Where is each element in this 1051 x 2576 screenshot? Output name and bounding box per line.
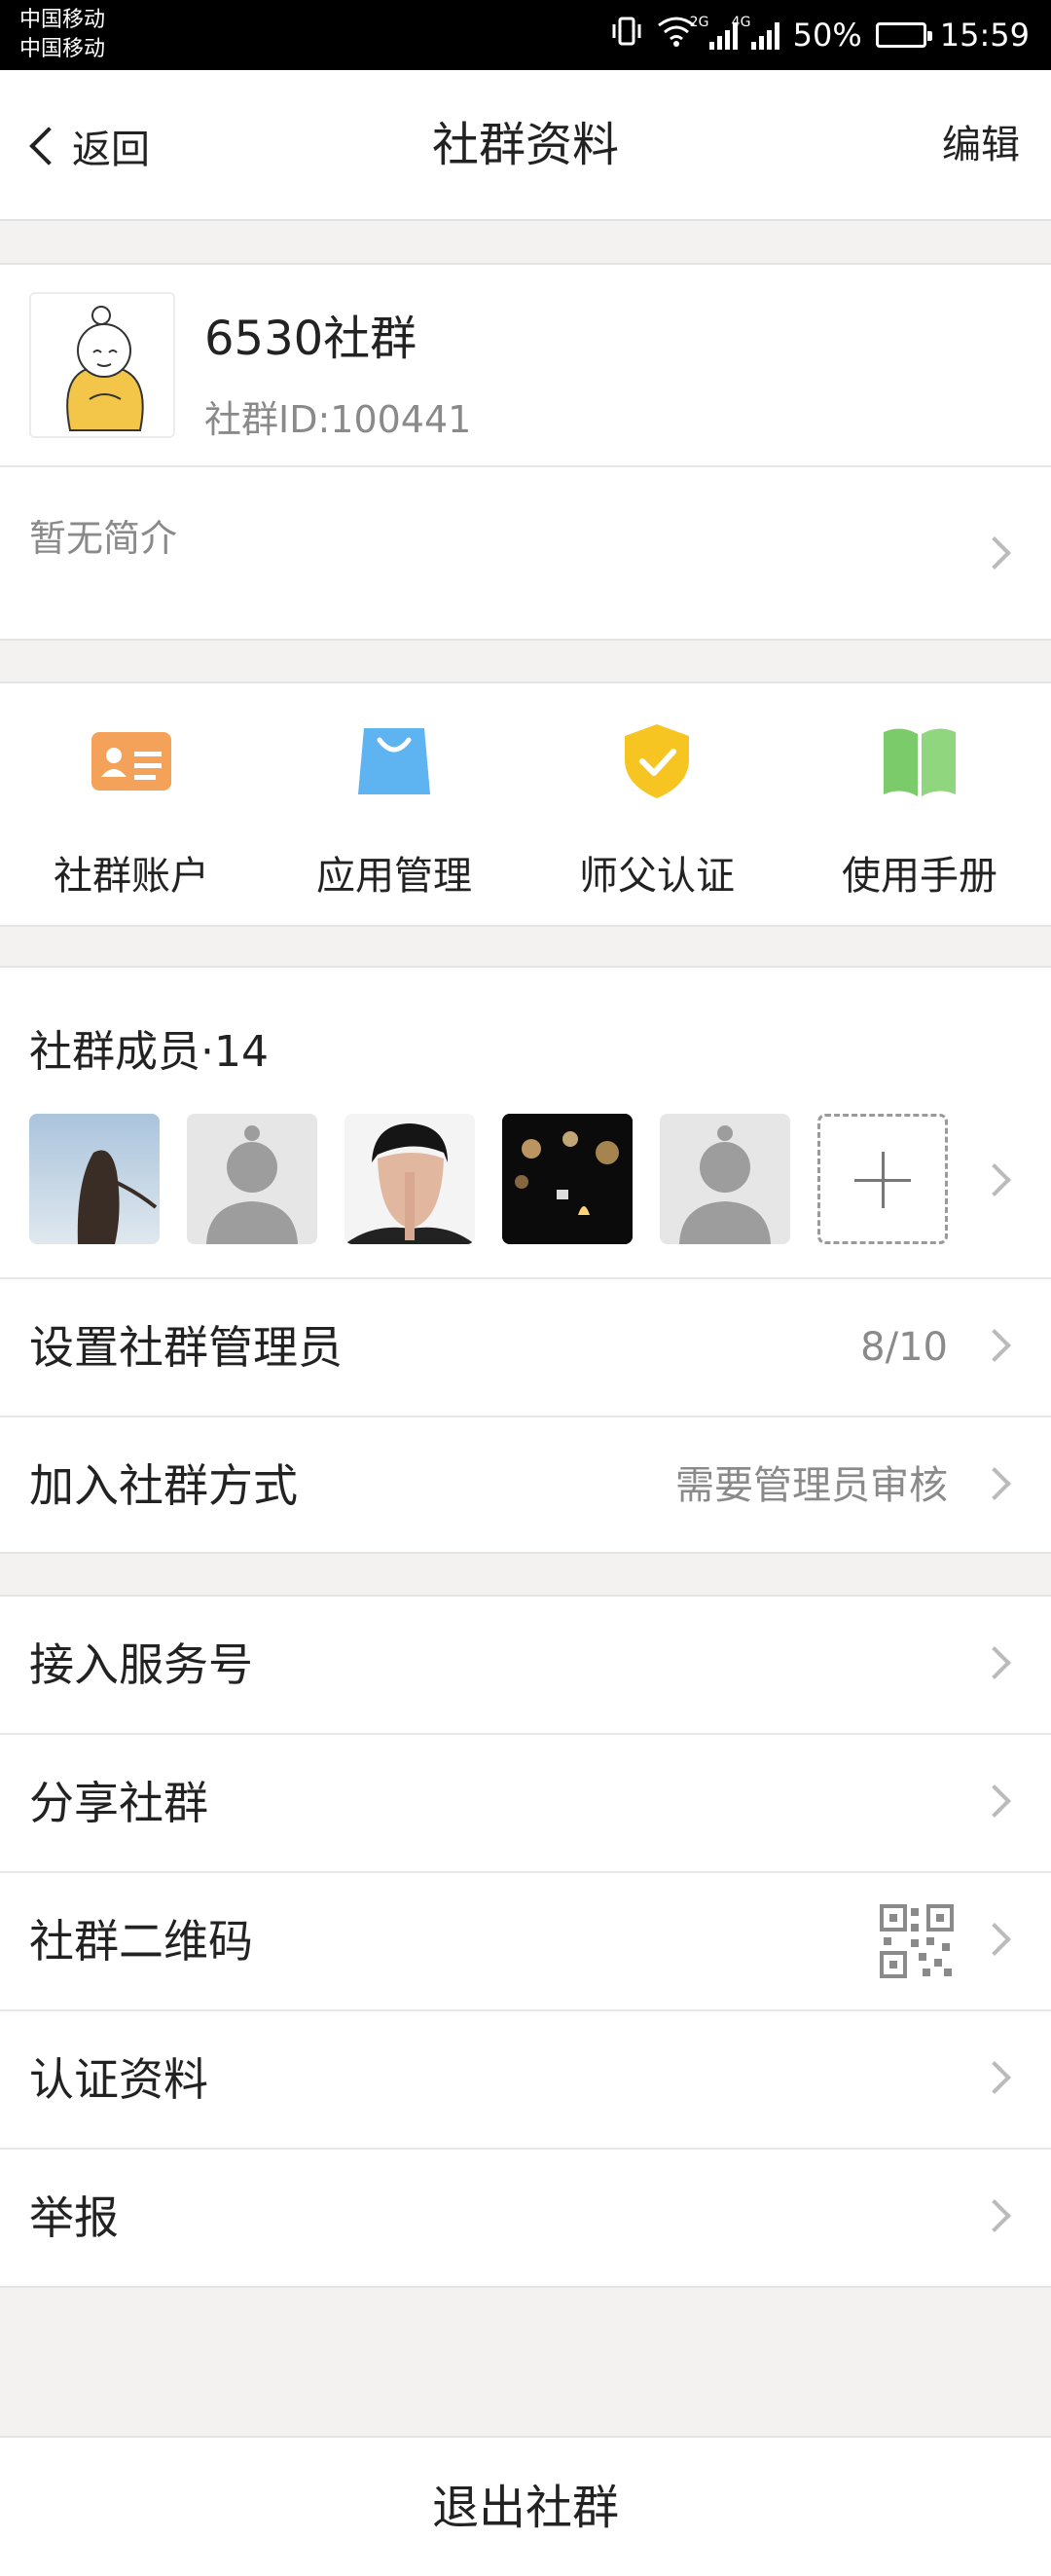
chevron-right-icon xyxy=(978,1329,1011,1362)
member-avatar[interactable] xyxy=(660,1114,790,1244)
feature-app-management[interactable]: 应用管理 xyxy=(263,683,526,927)
feature-label: 师父认证 xyxy=(579,854,735,899)
add-member-button[interactable] xyxy=(817,1114,948,1244)
group-avatar[interactable] xyxy=(29,292,175,438)
feature-user-manual[interactable]: 使用手册 xyxy=(788,683,1051,927)
member-avatar[interactable] xyxy=(502,1114,633,1244)
row-value: 需要管理员审核 xyxy=(675,1463,948,1508)
row-join-method[interactable]: 加入社群方式 需要管理员审核 xyxy=(0,1417,1051,1554)
qr-code-icon xyxy=(880,1904,954,1978)
row-certification-info[interactable]: 认证资料 xyxy=(0,2011,1051,2148)
row-service-account[interactable]: 接入服务号 xyxy=(0,1597,1051,1733)
intro-text: 暂无简介 xyxy=(29,517,178,560)
row-report[interactable]: 举报 xyxy=(0,2150,1051,2286)
carrier-labels: 中国移动 中国移动 xyxy=(19,6,105,64)
signal-icon-2: 4G xyxy=(732,15,779,50)
feature-master-certification[interactable]: 师父认证 xyxy=(526,683,788,927)
chevron-right-icon xyxy=(978,1785,1011,1818)
feature-grid: 社群账户 应用管理 师父认证 使用手册 xyxy=(0,681,1051,927)
feature-label: 使用手册 xyxy=(842,854,997,899)
row-share-group[interactable]: 分享社群 xyxy=(0,1735,1051,1871)
chevron-right-icon[interactable] xyxy=(978,1163,1011,1196)
intro-row[interactable]: 暂无简介 xyxy=(0,467,1051,641)
clock: 15:59 xyxy=(939,17,1030,54)
row-label: 加入社群方式 xyxy=(29,1459,298,1512)
edit-button[interactable]: 编辑 xyxy=(942,70,1020,221)
menu-section: 接入服务号 分享社群 社群二维码 认证资料 举报 xyxy=(0,1595,1051,2288)
shield-check-icon xyxy=(613,722,701,800)
members-title: 社群成员·14 xyxy=(29,1027,269,1077)
carrier-1: 中国移动 xyxy=(19,8,106,32)
shopping-bag-icon xyxy=(350,722,438,800)
feature-label: 应用管理 xyxy=(316,854,472,899)
group-name: 6530社群 xyxy=(204,312,417,366)
row-group-qrcode[interactable]: 社群二维码 xyxy=(0,1873,1051,2009)
page-title: 社群资料 xyxy=(431,118,619,172)
chevron-right-icon xyxy=(978,1923,1011,1956)
row-label: 接入服务号 xyxy=(29,1638,253,1691)
battery-icon xyxy=(875,22,932,48)
member-avatar[interactable] xyxy=(29,1114,160,1244)
id-card-icon xyxy=(88,722,175,800)
profile-section: 6530社群 社群ID:100441 暂无简介 xyxy=(0,263,1051,641)
member-avatar[interactable] xyxy=(187,1114,317,1244)
nav-bar: 返回 社群资料 编辑 xyxy=(0,70,1051,221)
row-label: 举报 xyxy=(29,2191,119,2244)
chevron-right-icon xyxy=(978,2199,1011,2232)
row-label: 社群二维码 xyxy=(29,1915,253,1968)
chevron-right-icon xyxy=(978,1467,1011,1500)
row-value: 8/10 xyxy=(860,1325,948,1370)
row-label: 设置社群管理员 xyxy=(29,1321,343,1374)
book-icon xyxy=(876,722,963,800)
member-avatar[interactable] xyxy=(344,1114,475,1244)
row-label: 分享社群 xyxy=(29,1777,208,1829)
chevron-right-icon xyxy=(978,1646,1011,1679)
feature-group-account[interactable]: 社群账户 xyxy=(0,683,263,927)
members-section: 社群成员·14 设置社群管理员 8/10 加入社群方式 需要管理员审核 xyxy=(0,966,1051,1554)
vibrate-icon xyxy=(610,15,643,55)
chevron-right-icon xyxy=(978,536,1011,570)
row-label: 认证资料 xyxy=(29,2053,208,2106)
carrier-2: 中国移动 xyxy=(19,37,106,61)
exit-group-button[interactable]: 退出社群 xyxy=(0,2436,1051,2576)
battery-percent: 50% xyxy=(792,17,862,54)
group-id: 社群ID:100441 xyxy=(204,398,472,441)
feature-label: 社群账户 xyxy=(54,854,209,899)
row-set-admin[interactable]: 设置社群管理员 8/10 xyxy=(0,1279,1051,1416)
chevron-right-icon xyxy=(978,2061,1011,2094)
status-bar: 中国移动 中国移动 2G 4G 50% 15:59 xyxy=(0,0,1051,70)
status-icons: 2G 4G 50% 15:59 xyxy=(610,0,1030,70)
